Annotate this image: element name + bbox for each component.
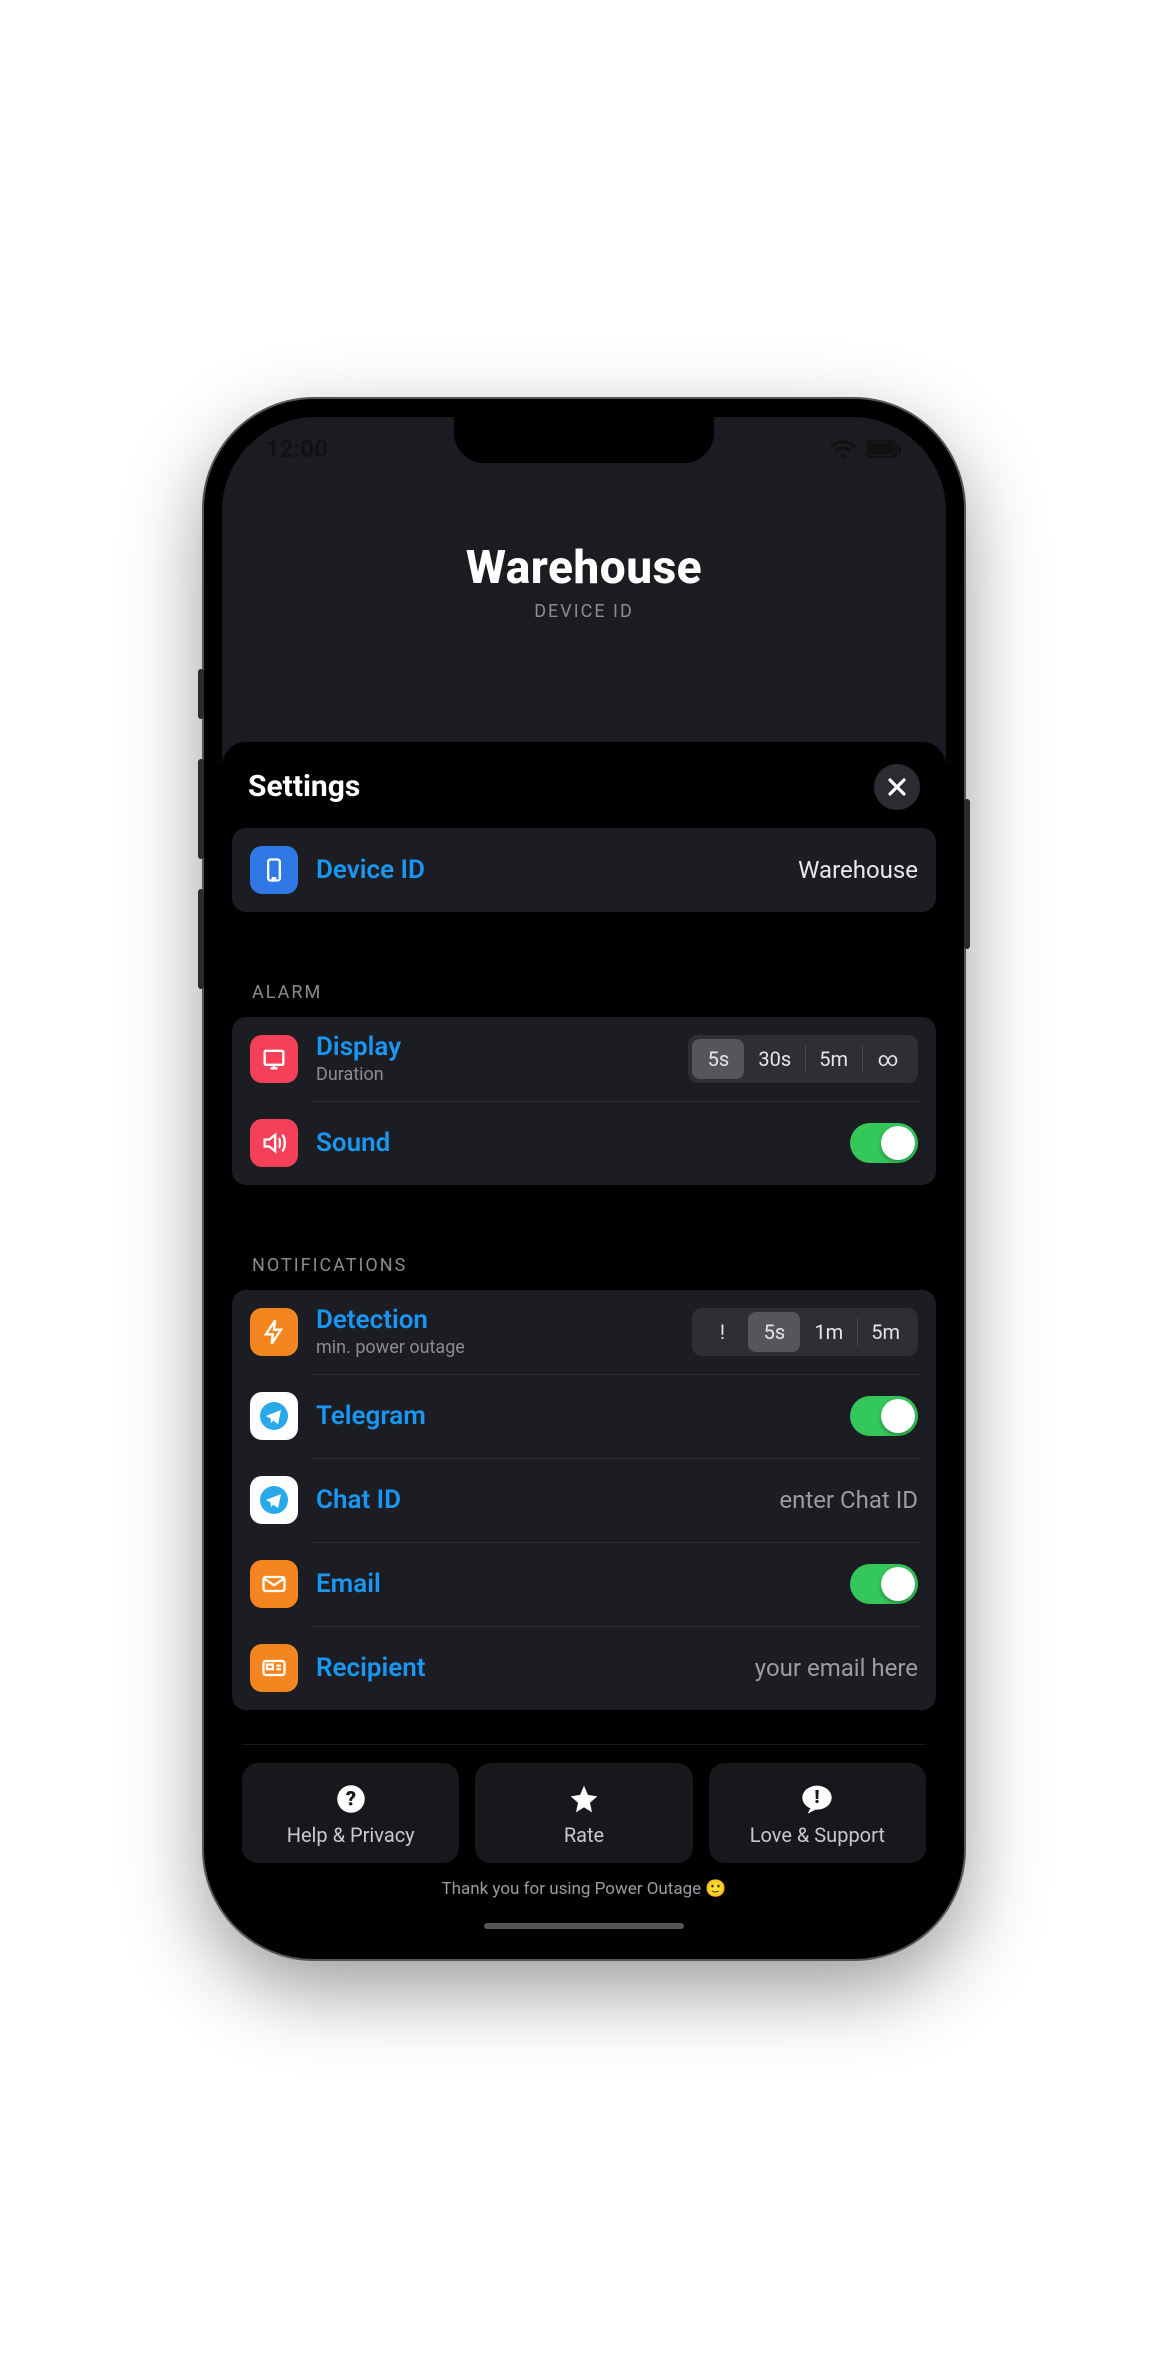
power-button bbox=[964, 799, 970, 949]
display-sub: Duration bbox=[316, 1064, 670, 1085]
phone-icon bbox=[250, 846, 298, 894]
device-id-row[interactable]: Device ID Warehouse bbox=[232, 828, 936, 912]
silent-switch bbox=[198, 669, 204, 719]
seg-option[interactable]: 5m bbox=[805, 1039, 862, 1079]
telegram-label: Telegram bbox=[316, 1401, 832, 1431]
chat-id-placeholder: enter Chat ID bbox=[779, 1486, 918, 1514]
detection-row: Detection min. power outage ! 5s 1m 5m bbox=[232, 1290, 936, 1374]
volume-up bbox=[198, 759, 204, 859]
detection-sub: min. power outage bbox=[316, 1337, 674, 1358]
love-support-button[interactable]: ! Love & Support bbox=[709, 1763, 926, 1863]
seg-option[interactable]: 1m bbox=[800, 1312, 857, 1352]
email-toggle[interactable] bbox=[850, 1564, 918, 1604]
email-label: Email bbox=[316, 1569, 832, 1599]
help-label: Help & Privacy bbox=[250, 1823, 451, 1847]
page-subtitle: DEVICE ID bbox=[222, 601, 946, 622]
recipient-placeholder: your email here bbox=[755, 1654, 918, 1682]
email-row: Email bbox=[232, 1542, 936, 1626]
home-indicator bbox=[484, 1923, 684, 1929]
seg-option[interactable]: 5s bbox=[692, 1039, 744, 1079]
love-label: Love & Support bbox=[717, 1823, 918, 1847]
bubble-exclaim-icon: ! bbox=[717, 1781, 918, 1817]
settings-sheet: Settings Device ID Warehouse bbox=[222, 742, 946, 1941]
screen: 12:00 Warehouse DEVICE ID Settings bbox=[222, 417, 946, 1941]
footer-separator bbox=[242, 1744, 926, 1745]
thank-you-text: Thank you for using Power Outage 🙂 bbox=[222, 1879, 946, 1899]
sound-label: Sound bbox=[316, 1128, 832, 1158]
svg-text:!: ! bbox=[815, 1786, 820, 1808]
close-icon bbox=[887, 777, 907, 797]
detection-segmented[interactable]: ! 5s 1m 5m bbox=[692, 1308, 918, 1356]
wifi-icon bbox=[830, 439, 856, 459]
sound-icon bbox=[250, 1119, 298, 1167]
display-icon bbox=[250, 1035, 298, 1083]
notifications-group: Detection min. power outage ! 5s 1m 5m bbox=[232, 1290, 936, 1710]
status-time: 12:00 bbox=[266, 435, 328, 463]
sheet-title: Settings bbox=[248, 769, 874, 804]
display-label: Display bbox=[316, 1032, 670, 1062]
phone-frame: 12:00 Warehouse DEVICE ID Settings bbox=[204, 399, 964, 1959]
display-row: Display Duration 5s 30s 5m ∞ bbox=[232, 1017, 936, 1101]
display-duration-segmented[interactable]: 5s 30s 5m ∞ bbox=[688, 1035, 918, 1083]
page-title: Warehouse bbox=[222, 541, 946, 595]
telegram-toggle[interactable] bbox=[850, 1396, 918, 1436]
close-button[interactable] bbox=[874, 764, 920, 810]
seg-option[interactable]: 5s bbox=[748, 1312, 800, 1352]
seg-option[interactable]: 5m bbox=[857, 1312, 914, 1352]
bolt-icon bbox=[250, 1308, 298, 1356]
rate-button[interactable]: Rate bbox=[475, 1763, 692, 1863]
rate-label: Rate bbox=[483, 1823, 684, 1847]
seg-option[interactable]: 30s bbox=[744, 1039, 805, 1079]
recipient-label: Recipient bbox=[316, 1653, 737, 1683]
volume-down bbox=[198, 889, 204, 989]
telegram-icon bbox=[250, 1476, 298, 1524]
sound-toggle[interactable] bbox=[850, 1123, 918, 1163]
question-icon: ? bbox=[250, 1781, 451, 1817]
detection-label: Detection bbox=[316, 1305, 674, 1335]
alarm-section-header: ALARM bbox=[222, 982, 946, 1017]
help-privacy-button[interactable]: ? Help & Privacy bbox=[242, 1763, 459, 1863]
notch bbox=[454, 417, 714, 463]
chat-id-row[interactable]: Chat ID enter Chat ID bbox=[232, 1458, 936, 1542]
recipient-row[interactable]: Recipient your email here bbox=[232, 1626, 936, 1710]
notifications-section-header: NOTIFICATIONS bbox=[222, 1255, 946, 1290]
sound-row: Sound bbox=[232, 1101, 936, 1185]
telegram-icon bbox=[250, 1392, 298, 1440]
svg-text:?: ? bbox=[346, 1786, 356, 1810]
battery-icon bbox=[866, 440, 902, 458]
device-id-label: Device ID bbox=[316, 855, 780, 885]
device-group: Device ID Warehouse bbox=[232, 828, 936, 912]
alarm-group: Display Duration 5s 30s 5m ∞ bbox=[232, 1017, 936, 1185]
telegram-row: Telegram bbox=[232, 1374, 936, 1458]
chat-id-label: Chat ID bbox=[316, 1485, 761, 1515]
page-header: Warehouse DEVICE ID bbox=[222, 481, 946, 742]
device-id-value: Warehouse bbox=[798, 856, 918, 884]
seg-option[interactable]: ! bbox=[696, 1312, 748, 1352]
footer-buttons: ? Help & Privacy Rate ! Lo bbox=[222, 1763, 946, 1863]
envelope-icon bbox=[250, 1560, 298, 1608]
card-icon bbox=[250, 1644, 298, 1692]
seg-option[interactable]: ∞ bbox=[862, 1039, 914, 1079]
star-icon bbox=[483, 1781, 684, 1817]
